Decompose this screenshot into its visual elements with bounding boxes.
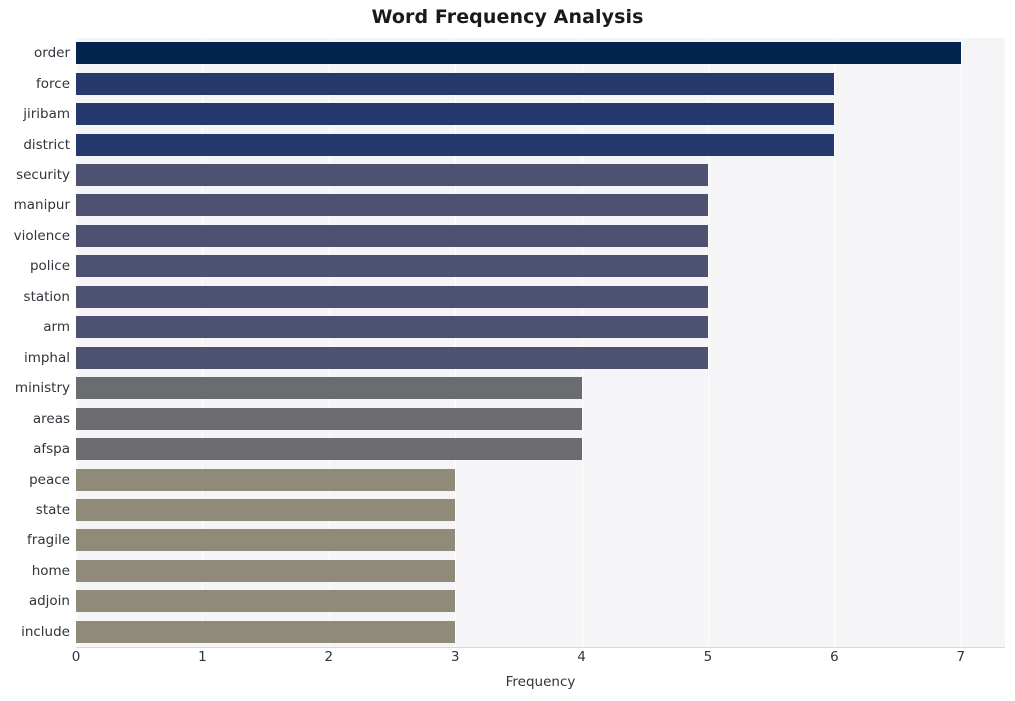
bar: [76, 438, 582, 461]
bar: [76, 498, 456, 521]
bar: [76, 194, 708, 217]
word-frequency-bar-chart: Word Frequency Analysis order force jiriba…: [0, 0, 1015, 701]
y-axis-labels: order force jiribam district security manipur…: [0, 38, 70, 647]
bar: [76, 620, 456, 643]
x-tick-label: 6: [830, 649, 839, 665]
bar: [76, 468, 456, 491]
y-tick-label: security: [16, 167, 70, 184]
y-tick-label: imphal: [23, 349, 70, 366]
bar: [76, 316, 708, 339]
bar: [76, 559, 456, 582]
plot-area: [76, 38, 1005, 647]
y-tick-label: jiribam: [23, 106, 70, 123]
chart-title: Word Frequency Analysis: [371, 6, 644, 28]
y-tick-label: areas: [32, 410, 70, 427]
bar: [76, 133, 835, 156]
x-axis-line: [76, 647, 1005, 648]
y-tick-label: police: [29, 258, 70, 275]
y-tick-label: home: [31, 562, 70, 579]
bar: [76, 285, 708, 308]
bar: [76, 255, 708, 278]
bar: [76, 529, 456, 552]
x-tick-label: 5: [703, 649, 713, 665]
x-tick-label: 2: [324, 649, 334, 665]
x-axis-title: Frequency: [505, 674, 576, 690]
x-tick-label: 1: [198, 649, 207, 665]
y-tick-label: include: [21, 623, 70, 640]
bar: [76, 42, 961, 65]
y-tick-label: ministry: [14, 380, 70, 397]
bar: [76, 72, 835, 95]
y-tick-label: fragile: [27, 532, 70, 549]
bar: [76, 103, 835, 126]
y-tick-label: manipur: [13, 197, 70, 214]
y-tick-label: adjoin: [28, 593, 70, 610]
y-tick-label: district: [23, 136, 70, 153]
x-tick-label: 3: [450, 649, 460, 665]
bars-layer: [76, 38, 1005, 647]
y-tick-label: station: [23, 288, 70, 305]
y-tick-label: afspa: [33, 441, 70, 458]
x-tick-label: 4: [577, 649, 586, 665]
bar: [76, 224, 708, 247]
bar: [76, 377, 582, 400]
bar: [76, 346, 708, 369]
bar: [76, 590, 456, 613]
y-tick-label: force: [36, 75, 70, 92]
bar: [76, 407, 582, 430]
x-axis-labels: 0 1 2 3 4 5 6 7: [0, 649, 1015, 671]
y-tick-label: violence: [13, 227, 70, 244]
x-tick-label: 7: [956, 649, 966, 665]
y-tick-label: order: [34, 45, 70, 62]
y-tick-label: peace: [29, 471, 70, 488]
y-tick-label: state: [35, 501, 70, 518]
y-tick-label: arm: [43, 319, 70, 336]
bar: [76, 164, 708, 187]
x-tick-label: 0: [71, 649, 81, 665]
